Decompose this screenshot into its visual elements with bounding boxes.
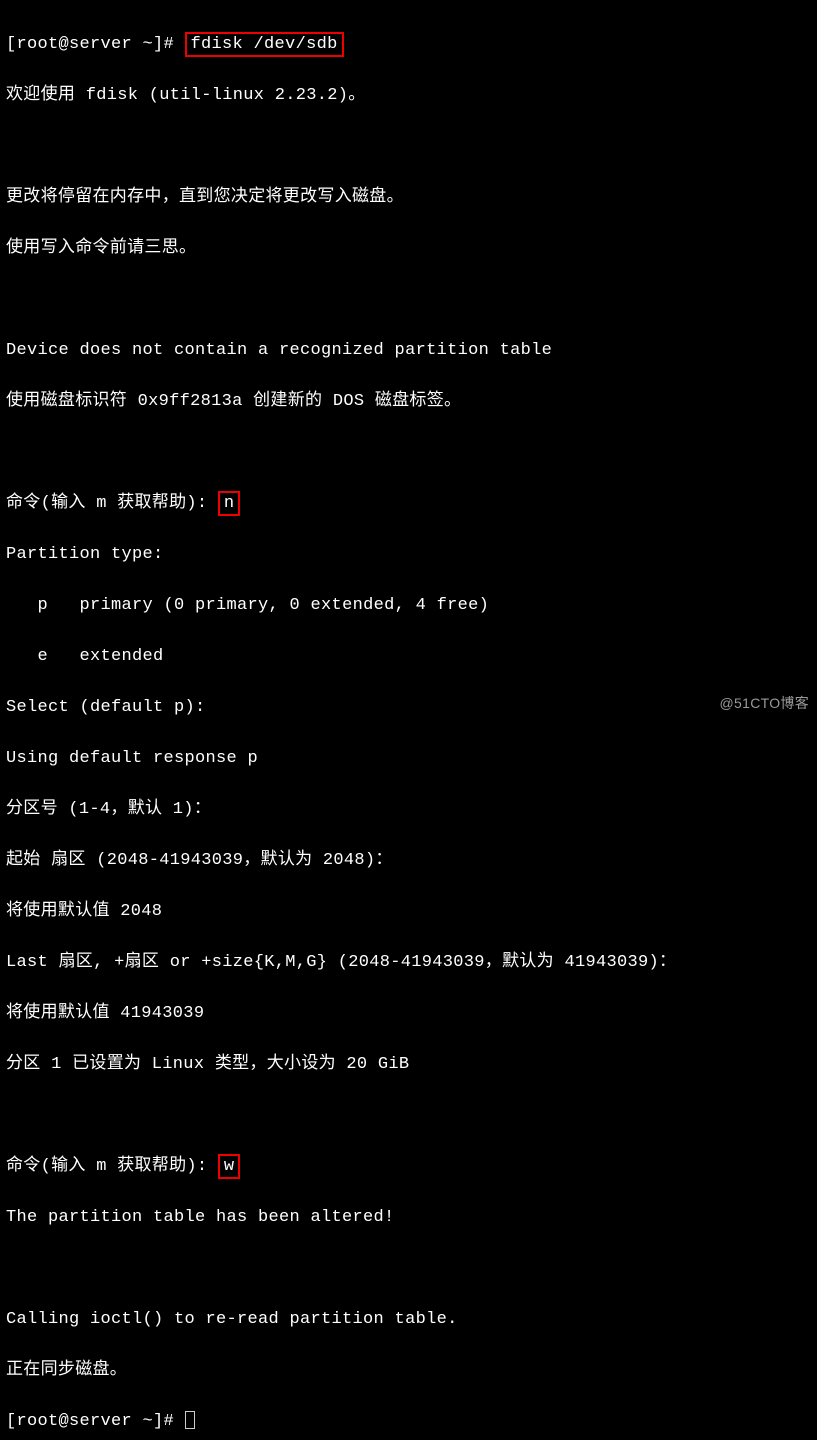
output-line: 更改将停留在内存中，直到您决定将更改写入磁盘。: [6, 185, 811, 211]
output-line: [6, 440, 811, 466]
output-line: 分区号 (1-4，默认 1)：: [6, 797, 811, 823]
cmd-help-label: 命令(输入 m 获取帮助):: [6, 1157, 218, 1176]
cursor-icon[interactable]: [185, 1411, 195, 1429]
output-line: 正在同步磁盘。: [6, 1358, 811, 1384]
user-input-w: w: [218, 1154, 241, 1179]
cmd-help-label: 命令(输入 m 获取帮助):: [6, 494, 218, 513]
prompt-prefix: [root@server ~]#: [6, 35, 174, 54]
output-line: 将使用默认值 2048: [6, 899, 811, 925]
output-line: 起始 扇区 (2048-41943039，默认为 2048)：: [6, 848, 811, 874]
command-prompt-line: 命令(输入 m 获取帮助): w: [6, 1154, 811, 1180]
prompt-line: [root@server ~]# fdisk /dev/sdb: [6, 32, 811, 58]
prompt-line: [root@server ~]#: [6, 1409, 811, 1435]
command-prompt-line: 命令(输入 m 获取帮助): n: [6, 491, 811, 517]
output-line: [6, 1103, 811, 1129]
output-line: Using default response p: [6, 746, 811, 772]
output-line: e extended: [6, 644, 811, 670]
output-line: Calling ioctl() to re-read partition tab…: [6, 1307, 811, 1333]
output-line: p primary (0 primary, 0 extended, 4 free…: [6, 593, 811, 619]
output-line: Last 扇区, +扇区 or +size{K,M,G} (2048-41943…: [6, 950, 811, 976]
output-line: [6, 134, 811, 160]
output-line: 欢迎使用 fdisk (util-linux 2.23.2)。: [6, 83, 811, 109]
user-input-n: n: [218, 491, 241, 516]
output-line: 使用磁盘标识符 0x9ff2813a 创建新的 DOS 磁盘标签。: [6, 389, 811, 415]
output-line: 将使用默认值 41943039: [6, 1001, 811, 1027]
terminal-output[interactable]: [root@server ~]# fdisk /dev/sdb 欢迎使用 fdi…: [6, 6, 811, 1440]
output-line: Partition type:: [6, 542, 811, 568]
watermark-label: @51CTO博客: [720, 693, 809, 714]
output-line: 分区 1 已设置为 Linux 类型，大小设为 20 GiB: [6, 1052, 811, 1078]
output-line: 使用写入命令前请三思。: [6, 236, 811, 262]
output-line: Select (default p):: [6, 695, 811, 721]
output-line: [6, 287, 811, 313]
output-line: Device does not contain a recognized par…: [6, 338, 811, 364]
output-line: The partition table has been altered!: [6, 1205, 811, 1231]
prompt-end: [root@server ~]#: [6, 1412, 185, 1431]
command-highlight: fdisk /dev/sdb: [185, 32, 344, 57]
output-line: [6, 1256, 811, 1282]
